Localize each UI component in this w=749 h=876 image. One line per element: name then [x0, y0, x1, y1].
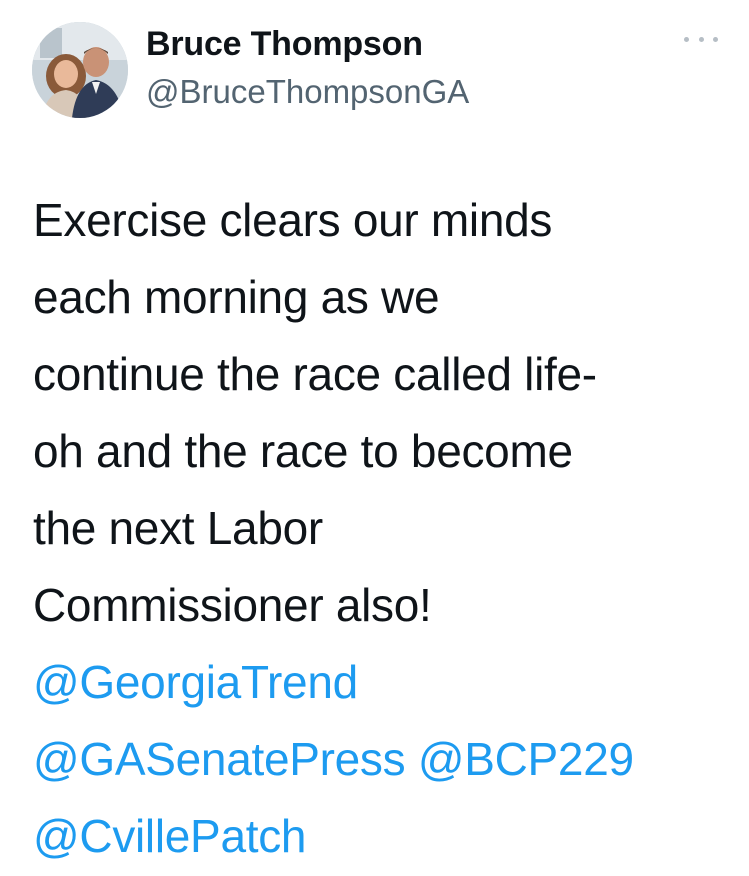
author-display-name[interactable]: Bruce Thompson: [146, 24, 469, 64]
tweet-text-line: the next Labor: [33, 502, 323, 554]
ellipsis-icon: [698, 36, 704, 42]
mention-line: @GeorgiaTrend: [33, 644, 733, 721]
author-avatar[interactable]: [32, 22, 128, 118]
tweet-text-line: each morning as we: [33, 271, 440, 323]
tweet-header: Bruce Thompson @BruceThompsonGA: [32, 22, 722, 122]
ellipsis-icon: [713, 36, 718, 42]
mention-bcp229[interactable]: @BCP229: [418, 733, 634, 785]
mention-line: @GASenatePress @BCP229: [33, 721, 733, 798]
tweet-text-line: Exercise clears our minds: [33, 194, 553, 246]
tweet-text: Exercise clears our minds each morning a…: [33, 182, 733, 875]
more-options-button[interactable]: [684, 28, 718, 50]
tweet-text-line: Commissioner also!: [33, 579, 432, 631]
mention-line: @CvillePatch: [33, 798, 733, 875]
tweet-text-line: oh and the race to become: [33, 425, 573, 477]
ellipsis-icon: [684, 36, 689, 42]
mention-cvillepatch[interactable]: @CvillePatch: [33, 810, 306, 862]
mention-gasenatepress[interactable]: @GASenatePress: [33, 733, 406, 785]
tweet-text-line: continue the race called life-: [33, 348, 597, 400]
author-names: Bruce Thompson @BruceThompsonGA: [146, 24, 469, 114]
mention-georgiatrend[interactable]: @GeorgiaTrend: [33, 656, 358, 708]
avatar-photo-icon: [32, 22, 128, 118]
author-handle[interactable]: @BruceThompsonGA: [146, 70, 469, 114]
tweet-card: Bruce Thompson @BruceThompsonGA Exercise…: [0, 0, 749, 876]
